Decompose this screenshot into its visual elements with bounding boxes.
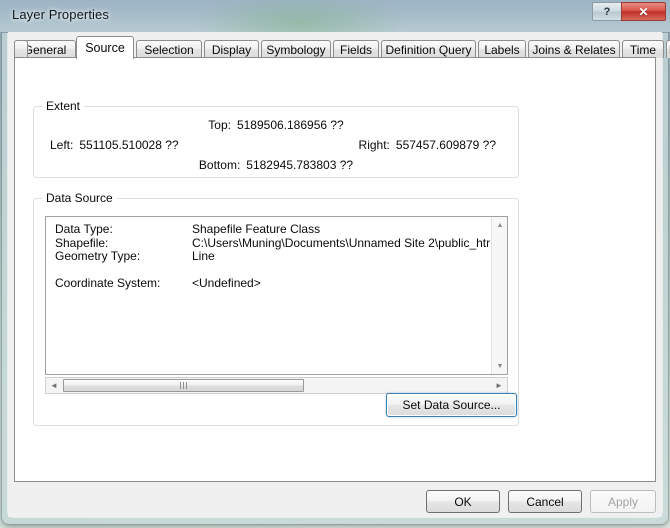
data-source-horizontal-scrollbar[interactable]: ◄ ► [45,377,508,394]
extent-bottom-label: Bottom: [198,158,241,172]
tab-definition-query[interactable]: Definition Query [381,40,476,58]
dialog-footer: OK Cancel Apply [8,482,662,517]
dialog-title-bar[interactable]: Layer Properties ? ✕ [0,0,670,33]
tab-labels[interactable]: Labels [478,40,526,58]
cancel-button[interactable]: Cancel [508,490,582,513]
source-tab-panel: Extent Top: 5189506.186956 ?? Left: 551105… [14,57,656,482]
geometry-type-label: Geometry Type: [55,249,141,264]
scroll-up-icon[interactable]: ▲ [492,217,507,233]
extent-bottom: Bottom: 5182945.783803 ?? [34,158,518,172]
data-source-group: Data Source Data Type: Shapefile Feature… [33,191,519,426]
apply-button: Apply [590,490,656,513]
caption-button-group: ? ✕ [592,2,666,21]
horizontal-scroll-thumb[interactable] [63,379,304,392]
dialog-client-area: General Source Selection Display Symbolo… [8,32,670,517]
scroll-left-icon[interactable]: ◄ [46,378,62,393]
extent-right-label: Right: [358,138,390,152]
extent-group-title: Extent [42,99,85,113]
coordinate-system-value: <Undefined> [192,276,261,291]
tab-strip: General Source Selection Display Symbolo… [14,36,670,59]
tab-selection[interactable]: Selection [136,40,202,58]
extent-left-label: Left: [50,138,74,152]
tab-spacer [14,40,28,58]
help-icon[interactable]: ? [592,2,621,21]
data-type-label: Data Type: [55,222,113,236]
tab-joins-relates[interactable]: Joins & Relates [528,40,620,58]
tab-display[interactable]: Display [204,40,259,58]
shapefile-label: Shapefile: [55,235,109,250]
coordinate-system-label: Coordinate System: [55,276,161,291]
close-icon[interactable]: ✕ [621,2,666,21]
data-type-value: Shapefile Feature Class [192,222,321,236]
tab-source[interactable]: Source [76,36,134,59]
extent-group: Extent Top: 5189506.186956 ?? Left: 551105… [33,99,519,178]
scroll-thumb-grip-icon [180,382,187,389]
extent-top: Top: 5189506.186956 ?? [34,118,518,132]
extent-right: Right: 557457.609879 ?? [359,138,496,152]
scroll-down-icon[interactable]: ▼ [492,358,507,374]
dialog-title: Layer Properties [12,7,109,22]
ok-button[interactable]: OK [426,490,500,513]
extent-bottom-value: 5182945.783803 ?? [246,158,354,172]
scroll-right-icon[interactable]: ► [491,378,507,393]
extent-top-value: 5189506.186956 ?? [236,118,344,132]
data-source-listbox[interactable]: Data Type: Shapefile Feature Class Shape… [45,216,508,375]
tab-time[interactable]: Time [622,40,664,58]
extent-left: Left: 551105.510028 ?? [50,138,179,152]
geometry-type-value: Line [192,249,215,264]
set-data-source-button[interactable]: Set Data Source... [386,393,517,417]
extent-left-value: 551105.510028 ?? [79,138,179,152]
tab-html-popup[interactable]: HTML Popup [666,40,670,58]
data-source-group-title: Data Source [42,191,117,205]
shapefile-value: C:\Users\Muning\Documents\Unnamed Site 2… [192,235,491,250]
extent-top-label: Top: [208,118,231,132]
tab-fields[interactable]: Fields [333,40,379,58]
tab-symbology[interactable]: Symbology [261,40,331,58]
extent-right-value: 557457.609879 ?? [395,138,496,152]
data-source-vertical-scrollbar[interactable]: ▲ ▼ [491,217,507,374]
